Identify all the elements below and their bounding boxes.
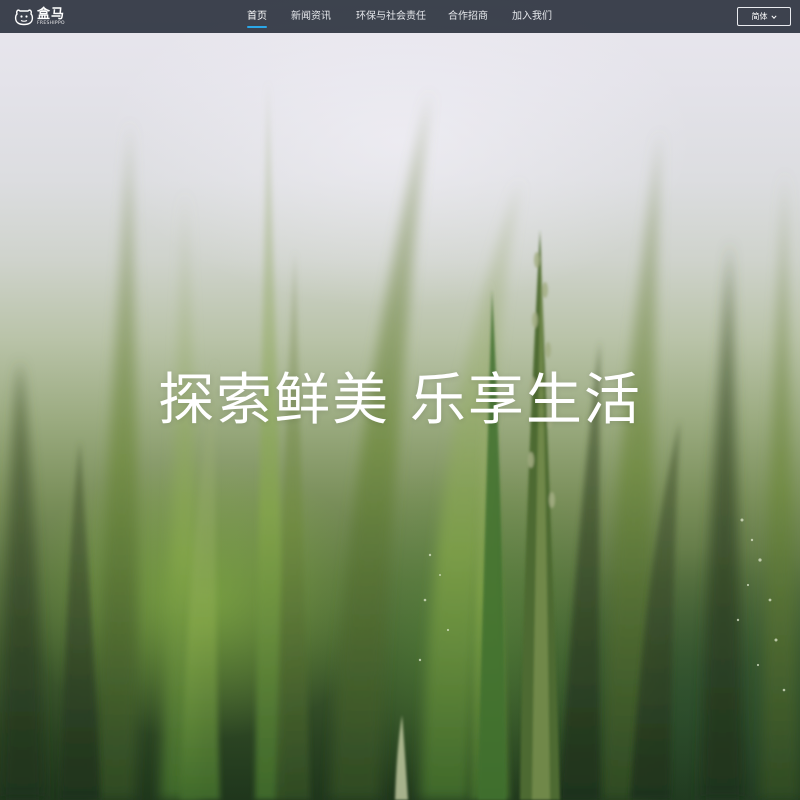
main-nav: 首页 新闻资讯 环保与社会责任 合作招商 加入我们	[0, 0, 800, 33]
nav-item-label: 加入我们	[512, 11, 552, 22]
nav-item-label: 首页	[247, 11, 267, 22]
language-label: 简体	[751, 12, 768, 21]
hero-slogan: 探索鲜美 乐享生活	[158, 368, 642, 433]
nav-item-home[interactable]: 首页	[247, 0, 267, 33]
chevron-down-icon	[770, 14, 777, 19]
nav-item-partnership[interactable]: 合作招商	[448, 0, 488, 33]
nav-item-careers[interactable]: 加入我们	[512, 0, 552, 33]
active-nav-indicator	[247, 26, 267, 28]
nav-item-sustainability[interactable]: 环保与社会责任	[356, 0, 426, 33]
nav-item-label: 新闻资讯	[291, 11, 331, 22]
nav-item-news[interactable]: 新闻资讯	[291, 0, 331, 33]
top-navbar: 盒马 FRESHIPPO 首页 新闻资讯 环保与社会责任 合作招商 加入我们 简…	[0, 0, 800, 33]
nav-item-label: 合作招商	[448, 11, 488, 22]
nav-item-label: 环保与社会责任	[356, 11, 426, 22]
language-select-button[interactable]: 简体	[737, 7, 791, 26]
